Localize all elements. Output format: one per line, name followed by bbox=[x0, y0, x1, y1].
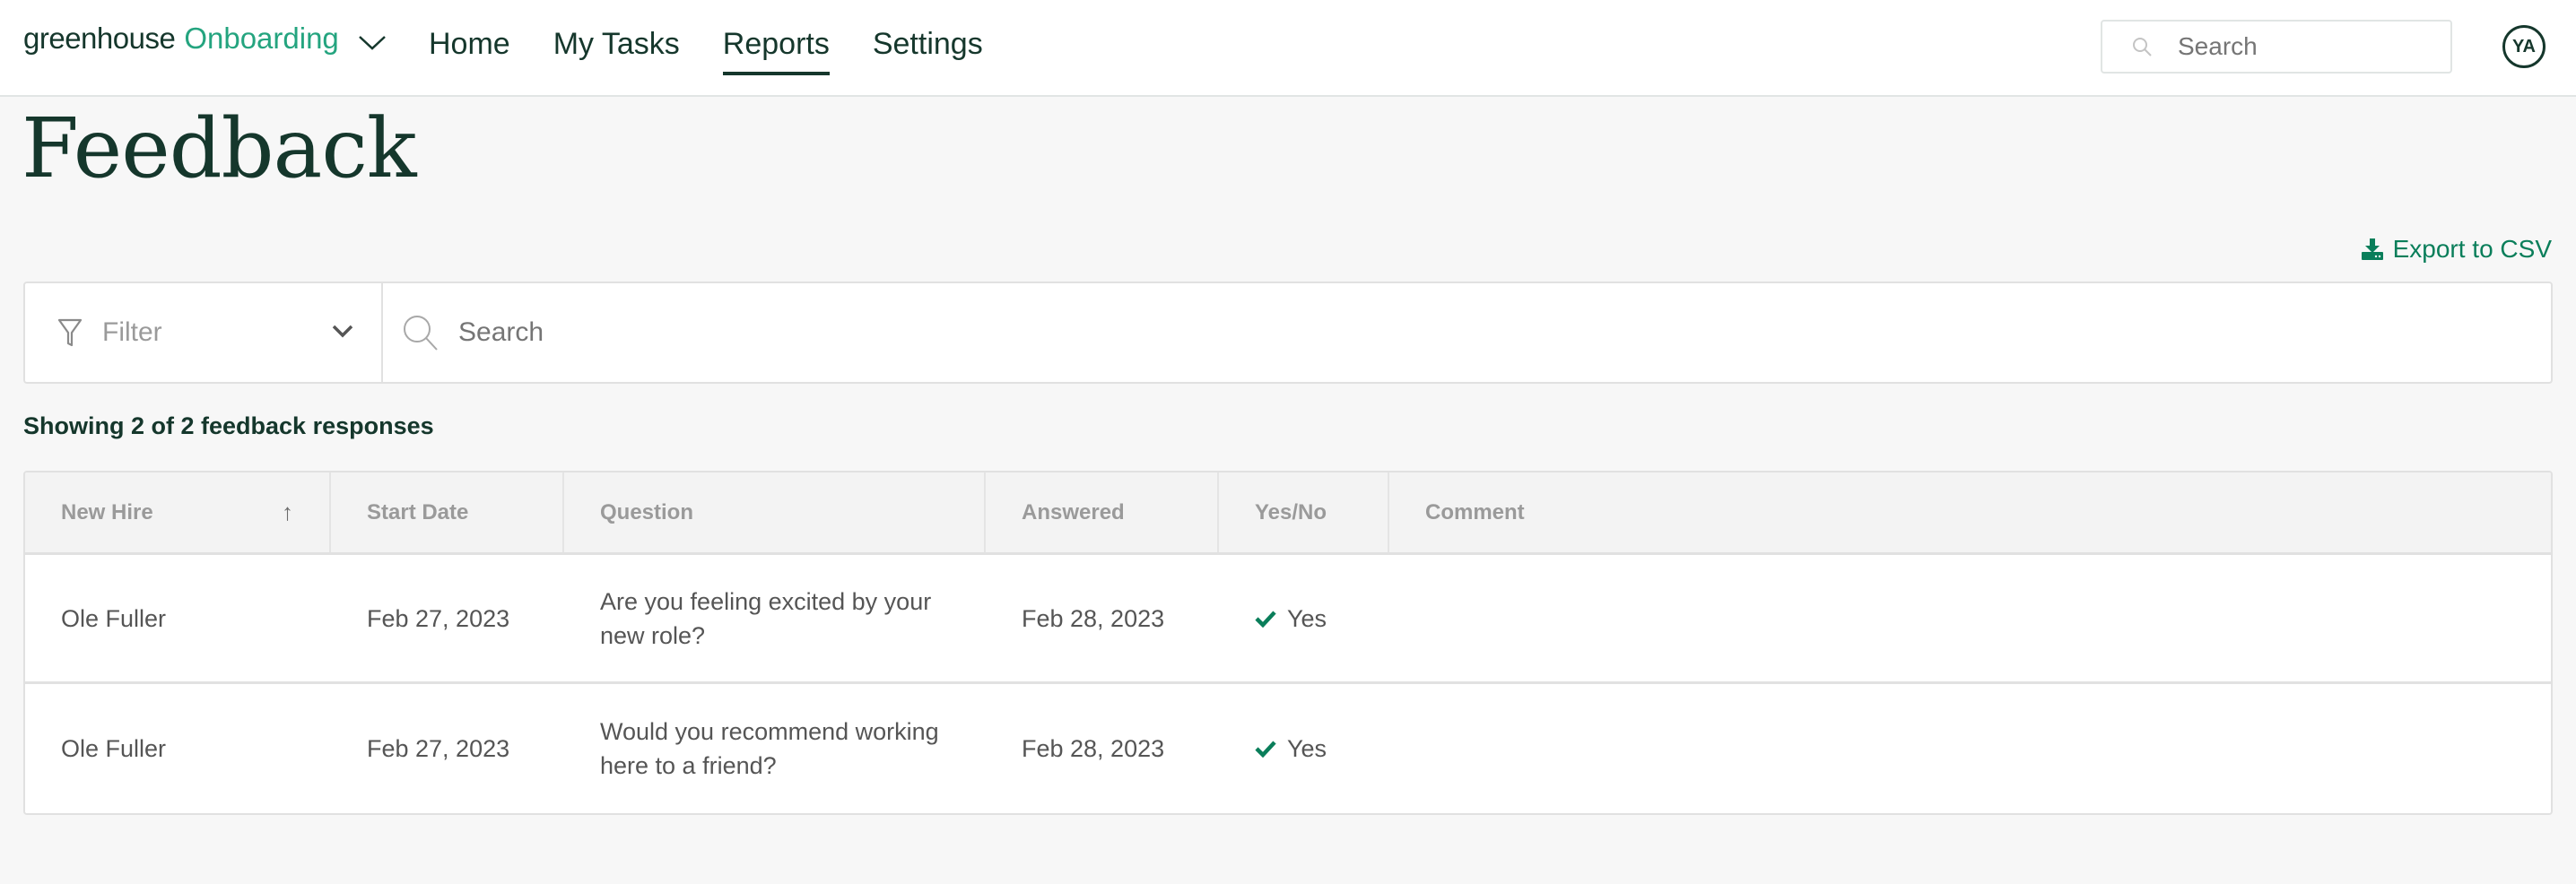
nav-reports[interactable]: Reports bbox=[722, 0, 830, 75]
cell-comment bbox=[1389, 684, 2551, 813]
column-header-answered[interactable]: Answered bbox=[986, 472, 1219, 552]
checkmark-icon bbox=[1255, 741, 1276, 758]
page-title: Feedback bbox=[22, 100, 417, 196]
cell-question: Would you recommend working here to a fr… bbox=[600, 718, 939, 779]
export-csv-button[interactable]: Export to CSV bbox=[2361, 235, 2552, 264]
yes-no-value: Yes bbox=[1287, 604, 1327, 632]
download-icon bbox=[2361, 238, 2383, 260]
global-search[interactable] bbox=[2101, 20, 2452, 74]
yes-no-value: Yes bbox=[1287, 735, 1327, 762]
chevron-down-icon bbox=[332, 325, 353, 338]
filter-dropdown[interactable]: Filter bbox=[25, 283, 383, 382]
feedback-search-input[interactable] bbox=[458, 317, 2252, 348]
global-search-input[interactable] bbox=[2178, 32, 2429, 61]
feedback-table: New Hire ↑ Start Date Question Answered Y… bbox=[23, 471, 2553, 815]
brand-logo: greenhouse bbox=[23, 22, 176, 55]
app-switcher[interactable]: greenhouse Onboarding bbox=[23, 22, 387, 56]
column-label: New Hire bbox=[61, 499, 153, 524]
table-row: Ole Fuller Feb 27, 2023 Are you feeling … bbox=[25, 555, 2551, 684]
filter-label: Filter bbox=[102, 317, 162, 347]
checkmark-icon bbox=[1255, 610, 1276, 628]
table-header: New Hire ↑ Start Date Question Answered Y… bbox=[25, 472, 2551, 555]
filter-search-bar: Filter bbox=[23, 282, 2553, 384]
column-header-start-date[interactable]: Start Date bbox=[331, 472, 564, 552]
cell-new-hire: Ole Fuller bbox=[61, 604, 167, 632]
cell-start-date: Feb 27, 2023 bbox=[367, 735, 510, 762]
table-row: Ole Fuller Feb 27, 2023 Would you recomm… bbox=[25, 684, 2551, 813]
export-label: Export to CSV bbox=[2392, 235, 2552, 263]
results-count: Showing 2 of 2 feedback responses bbox=[23, 412, 434, 439]
cell-comment bbox=[1389, 555, 2551, 681]
column-header-new-hire[interactable]: New Hire ↑ bbox=[25, 472, 331, 552]
column-header-comment[interactable]: Comment bbox=[1389, 472, 2551, 552]
nav-settings[interactable]: Settings bbox=[873, 0, 983, 75]
cell-answered: Feb 28, 2023 bbox=[1022, 735, 1165, 762]
column-header-yes-no[interactable]: Yes/No bbox=[1219, 472, 1389, 552]
nav-home[interactable]: Home bbox=[429, 0, 510, 75]
cell-question: Are you feeling excited by your new role… bbox=[600, 587, 932, 649]
cell-new-hire: Ole Fuller bbox=[61, 735, 167, 762]
cell-answered: Feb 28, 2023 bbox=[1022, 604, 1165, 632]
sort-ascending-icon: ↑ bbox=[282, 498, 293, 525]
search-icon bbox=[404, 316, 438, 351]
cell-start-date: Feb 27, 2023 bbox=[367, 604, 510, 632]
product-name: Onboarding bbox=[184, 22, 339, 55]
cell-yes-no: Yes bbox=[1219, 684, 1389, 813]
filter-icon bbox=[57, 318, 83, 347]
search-icon bbox=[2133, 38, 2152, 56]
chevron-down-icon bbox=[358, 36, 386, 50]
main-nav: Home My Tasks Reports Settings bbox=[429, 0, 1026, 95]
column-header-question[interactable]: Question bbox=[564, 472, 986, 552]
nav-my-tasks[interactable]: My Tasks bbox=[553, 0, 680, 75]
top-navigation-bar: greenhouse Onboarding Home My Tasks Repo… bbox=[0, 0, 2576, 97]
feedback-search[interactable] bbox=[383, 283, 2551, 382]
cell-yes-no: Yes bbox=[1219, 555, 1389, 681]
user-avatar[interactable]: YA bbox=[2502, 25, 2546, 68]
